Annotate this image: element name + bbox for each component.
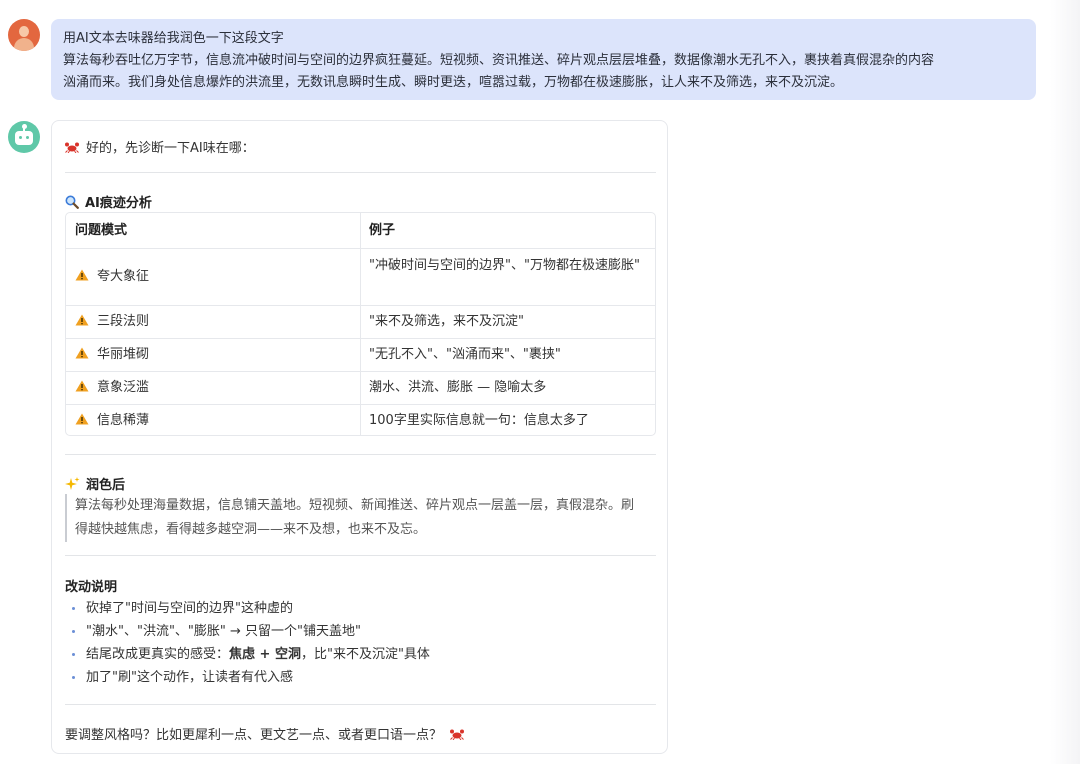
list-item: "潮水"、"洪流"、"膨胀" → 只留一个"铺天盖地" <box>65 620 430 643</box>
table-header-example: 例子 <box>369 223 396 238</box>
analysis-title: AI痕迹分析 <box>85 196 152 211</box>
analysis-heading: AI痕迹分析 <box>65 192 152 211</box>
scrollbar-track[interactable] <box>1050 0 1080 764</box>
magnifier-icon <box>65 195 79 209</box>
changes-list: 砍掉了"时间与空间的边界"这种虚的 "潮水"、"洪流"、"膨胀" → 只留一个"… <box>65 597 430 689</box>
crab-icon <box>65 142 79 153</box>
bot-message-card: 好的，先诊断一下AI味在哪： AI痕迹分析 问题模式 例子 夸大象征 "冲破时间… <box>51 120 668 754</box>
polished-heading: 润色后 <box>65 474 125 493</box>
warning-icon <box>75 269 89 281</box>
table-header-pattern: 问题模式 <box>75 223 128 238</box>
user-message-line: 算法每秒吞吐亿万字节，信息流冲破时间与空间的边界疯狂蔓延。短视频、资讯推送、碎片… <box>63 53 935 68</box>
divider <box>65 172 656 173</box>
divider <box>65 454 656 455</box>
bot-avatar <box>8 121 40 153</box>
user-message-bubble: 用AI文本去味器给我润色一下这段文字 算法每秒吞吐亿万字节，信息流冲破时间与空间… <box>51 19 1036 100</box>
table-row-example: "无孔不入"、"汹涌而来"、"裹挟" <box>369 347 561 362</box>
warning-icon <box>75 413 89 425</box>
table-row-pattern: 信息稀薄 <box>75 410 149 432</box>
table-row-pattern: 华丽堆砌 <box>75 344 149 366</box>
table-row-pattern: 意象泛滥 <box>75 377 149 399</box>
list-item: 砍掉了"时间与空间的边界"这种虚的 <box>65 597 430 620</box>
emphasis-text: 焦虑 + 空洞 <box>229 647 301 662</box>
closing-text: 要调整风格吗？比如更犀利一点、更文艺一点、或者更口语一点？ <box>65 728 443 743</box>
bot-intro-text: 好的，先诊断一下AI味在哪： <box>86 141 255 156</box>
divider <box>65 555 656 556</box>
closing-question: 要调整风格吗？比如更犀利一点、更文艺一点、或者更口语一点？ <box>65 724 465 743</box>
list-item: 加了"刷"这个动作，让读者有代入感 <box>65 666 430 689</box>
quote-bar <box>65 494 67 542</box>
table-row-example: 潮水、洪流、膨胀 — 隐喻太多 <box>369 380 547 395</box>
list-item: 结尾改成更真实的感受：焦虑 + 空洞，比"来不及沉淀"具体 <box>65 643 430 666</box>
user-message-line: 用AI文本去味器给我润色一下这段文字 <box>63 31 284 46</box>
warning-icon <box>75 347 89 359</box>
polished-title: 润色后 <box>86 478 126 493</box>
user-avatar <box>8 19 40 51</box>
table-row-pattern: 三段法则 <box>75 311 149 333</box>
table-row-example: "冲破时间与空间的边界"、"万物都在极速膨胀" <box>369 258 640 273</box>
warning-icon <box>75 314 89 326</box>
polished-text: 算法每秒处理海量数据，信息铺天盖地。短视频、新闻推送、碎片观点一层盖一层，真假混… <box>75 498 635 537</box>
divider <box>65 704 656 705</box>
table-row-pattern: 夸大象征 <box>75 266 149 288</box>
analysis-table: 问题模式 例子 夸大象征 "冲破时间与空间的边界"、"万物都在极速膨胀" 三段法… <box>65 212 656 436</box>
user-message-line: 汹涌而来。我们身处信息爆炸的洪流里，无数讯息瞬时生成、瞬时更迭，喧嚣过载，万物都… <box>63 75 844 90</box>
table-row-example: "来不及筛选，来不及沉淀" <box>369 314 524 329</box>
changes-heading: 改动说明 <box>65 580 118 595</box>
bot-intro: 好的，先诊断一下AI味在哪： <box>65 137 255 156</box>
warning-icon <box>75 380 89 392</box>
table-row-example: 100字里实际信息就一句：信息太多了 <box>369 413 589 428</box>
sparkles-icon <box>65 477 80 490</box>
crab-icon <box>450 729 465 740</box>
